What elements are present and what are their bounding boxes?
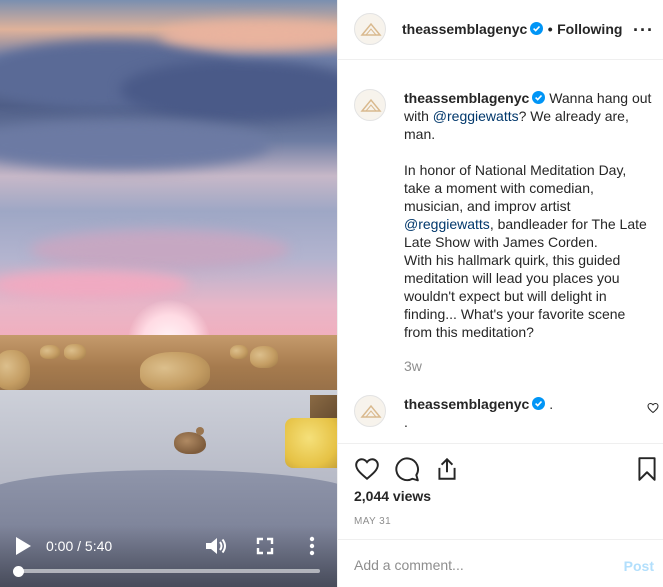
post-panel: theassemblagenyc • Following ··· theasse…: [337, 0, 663, 587]
comment-input[interactable]: [354, 556, 604, 574]
verified-badge-icon: [530, 22, 544, 35]
verified-badge-icon: [532, 397, 546, 410]
comment-text-line2: .: [404, 414, 408, 430]
avatar[interactable]: [354, 89, 386, 121]
comment-like-heart-icon[interactable]: [647, 402, 659, 414]
mouse-figure: [174, 427, 206, 454]
comment-item: theassemblagenyc . .: [404, 395, 634, 431]
cloud: [0, 120, 270, 170]
video-controls-bar: [0, 525, 337, 587]
video-player[interactable]: 0:00 / 5:40: [0, 0, 337, 587]
cheese-plate: [285, 418, 337, 468]
fullscreen-icon[interactable]: [255, 536, 275, 556]
hay-bale: [230, 345, 248, 359]
cloud: [0, 270, 190, 300]
hay-bale: [0, 350, 30, 390]
following-button[interactable]: Following: [557, 21, 622, 37]
hay-bale: [250, 346, 278, 368]
hay-bale: [140, 352, 210, 392]
caption-text: With his hallmark quirk, this guided med…: [404, 252, 626, 340]
mention-link[interactable]: @reggiewatts: [433, 108, 519, 124]
assemblage-logo-icon: [360, 98, 382, 112]
assemblage-logo-icon: [360, 22, 382, 36]
avatar[interactable]: [354, 13, 386, 45]
play-icon[interactable]: [14, 536, 32, 556]
post-button[interactable]: Post: [624, 558, 654, 574]
hay-bale: [40, 345, 60, 359]
heart-icon[interactable]: [354, 456, 380, 482]
video-time: 0:00 / 5:40: [46, 538, 113, 554]
add-comment-bar: Post: [338, 539, 663, 587]
mention-link[interactable]: @reggiewatts: [404, 216, 490, 232]
cloud: [30, 230, 290, 270]
comment-username[interactable]: theassemblagenyc: [404, 396, 529, 412]
assemblage-logo-icon: [360, 404, 382, 418]
comment-icon[interactable]: [394, 456, 420, 482]
caption-username[interactable]: theassemblagenyc: [404, 90, 529, 106]
video-progress-track[interactable]: [18, 569, 320, 573]
comment-text: .: [549, 396, 554, 412]
header-username[interactable]: theassemblagenyc: [402, 21, 527, 37]
hay-bale: [64, 344, 86, 360]
post-date[interactable]: MAY 31: [354, 516, 391, 527]
avatar[interactable]: [354, 395, 386, 427]
view-count[interactable]: 2,044 views: [354, 488, 431, 504]
caption-text: In honor of National Meditation Day, tak…: [404, 162, 627, 214]
cloud: [160, 20, 337, 50]
bookmark-icon[interactable]: [634, 456, 660, 482]
more-options-button[interactable]: ···: [633, 20, 654, 41]
verified-badge-icon: [532, 91, 546, 104]
volume-icon[interactable]: [204, 535, 228, 557]
video-progress-handle[interactable]: [13, 566, 24, 577]
cloud: [120, 60, 337, 120]
more-vertical-icon[interactable]: [302, 535, 322, 557]
post-caption: theassemblagenyc Wanna hang out with @re…: [404, 89, 656, 341]
separator-dot: •: [547, 21, 553, 37]
time-ago[interactable]: 3w: [404, 358, 422, 374]
post-header: theassemblagenyc • Following ···: [338, 0, 663, 60]
share-icon[interactable]: [434, 456, 460, 482]
